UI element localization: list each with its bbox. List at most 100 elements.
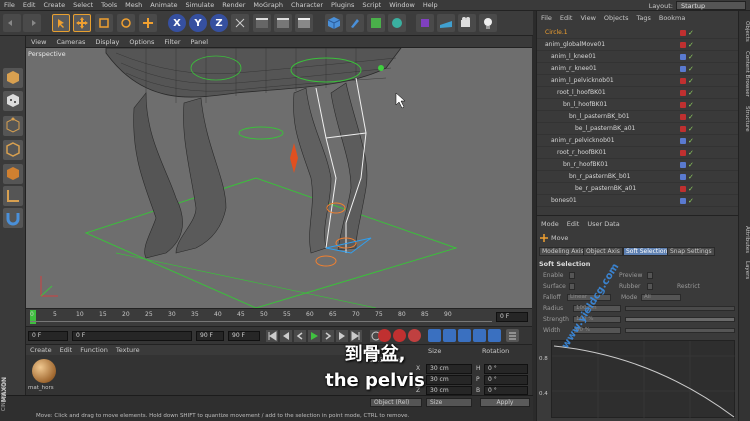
enabled-check-icon[interactable]: ✓ <box>688 114 694 121</box>
layer-color-icon[interactable] <box>680 30 686 36</box>
enabled-check-icon[interactable]: ✓ <box>688 102 694 109</box>
enabled-check-icon[interactable]: ✓ <box>688 42 694 49</box>
menu-render[interactable]: Render <box>218 1 249 9</box>
deformer-icon[interactable] <box>416 14 434 32</box>
menu-script[interactable]: Script <box>358 1 385 9</box>
model-mode-icon[interactable] <box>3 68 23 88</box>
object-row[interactable]: be_l_pasternBK_a01 ✓ <box>537 124 739 135</box>
layer-color-icon[interactable] <box>680 54 686 60</box>
layer-color-icon[interactable] <box>680 66 686 72</box>
enabled-check-icon[interactable]: ✓ <box>688 66 694 73</box>
viewport-menu-view[interactable]: View <box>26 38 51 46</box>
rotate-tool-icon[interactable] <box>117 14 135 32</box>
layer-color-icon[interactable] <box>680 138 686 144</box>
layer-color-icon[interactable] <box>680 150 686 156</box>
layer-color-icon[interactable] <box>680 90 686 96</box>
objmgr-menu-edit[interactable]: Edit <box>556 14 577 22</box>
menu-tools[interactable]: Tools <box>97 1 121 9</box>
side-tab-attributes[interactable]: Attributes <box>741 226 750 253</box>
scale-tool-icon[interactable] <box>95 14 113 32</box>
layout-dropdown[interactable]: Startup <box>676 1 746 10</box>
viewport-menu-cameras[interactable]: Cameras <box>51 38 90 46</box>
surface-checkbox[interactable] <box>569 283 575 290</box>
enabled-check-icon[interactable]: ✓ <box>688 198 694 205</box>
enabled-check-icon[interactable]: ✓ <box>688 174 694 181</box>
side-tab-content-browser[interactable]: Content Browser <box>741 51 750 97</box>
viewport-menu-filter[interactable]: Filter <box>159 38 185 46</box>
cube-icon[interactable] <box>325 14 343 32</box>
pen-tool-icon[interactable] <box>346 14 364 32</box>
viewport-menu-options[interactable]: Options <box>124 38 159 46</box>
layer-color-icon[interactable] <box>680 198 686 204</box>
layer-color-icon[interactable] <box>680 126 686 132</box>
object-row[interactable]: anim_globalMove01 ✓ <box>537 40 739 51</box>
side-tab-layers[interactable]: Layers <box>741 261 750 279</box>
enabled-check-icon[interactable]: ✓ <box>688 126 694 133</box>
object-row[interactable]: bn_l_hoofBK01 ✓ <box>537 100 739 111</box>
menu-window[interactable]: Window <box>385 1 419 9</box>
objmgr-menu-view[interactable]: View <box>576 14 599 22</box>
menu-simulate[interactable]: Simulate <box>182 1 219 9</box>
live-selection-icon[interactable] <box>52 14 70 32</box>
menu-create[interactable]: Create <box>39 1 69 9</box>
object-row[interactable]: bones01 ✓ <box>537 196 739 207</box>
menu-animate[interactable]: Animate <box>146 1 181 9</box>
y-axis-lock-icon[interactable]: Y <box>189 14 207 32</box>
undo-icon[interactable] <box>3 14 21 32</box>
enabled-check-icon[interactable]: ✓ <box>688 162 694 169</box>
enabled-check-icon[interactable]: ✓ <box>688 186 694 193</box>
move-tool-icon[interactable] <box>73 14 91 32</box>
object-row[interactable]: bn_r_hoofBK01 ✓ <box>537 160 739 171</box>
object-row[interactable]: bn_r_pasternBK_b01 ✓ <box>537 172 739 183</box>
points-mode-icon[interactable] <box>3 116 23 136</box>
redo-icon[interactable] <box>23 14 41 32</box>
render-picture-viewer-icon[interactable] <box>274 14 292 32</box>
enabled-check-icon[interactable]: ✓ <box>688 54 694 61</box>
enabled-check-icon[interactable]: ✓ <box>688 138 694 145</box>
object-row[interactable]: root_l_hoofBK01 ✓ <box>537 88 739 99</box>
mode-dropdown[interactable]: All <box>641 294 681 301</box>
layer-color-icon[interactable] <box>680 174 686 180</box>
object-row[interactable]: anim_l_knee01 ✓ <box>537 52 739 63</box>
object-row[interactable]: anim_r_pelvicknob01 ✓ <box>537 136 739 147</box>
attrmgr-menu-mode[interactable]: Mode <box>537 220 563 228</box>
array-icon[interactable] <box>388 14 406 32</box>
tab-object-axis[interactable]: Object Axis <box>583 247 623 256</box>
tab-snap-settings[interactable]: Snap Settings <box>667 247 715 256</box>
attrmgr-menu-user-data[interactable]: User Data <box>583 220 623 228</box>
coord-size-select[interactable]: Size <box>426 398 472 407</box>
menu-plugins[interactable]: Plugins <box>327 1 358 9</box>
object-row[interactable]: be_r_pasternBK_a01 ✓ <box>537 184 739 195</box>
radius-slider[interactable] <box>625 306 735 311</box>
texture-mode-icon[interactable] <box>3 91 23 111</box>
menu-edit[interactable]: Edit <box>19 1 40 9</box>
enable-checkbox[interactable] <box>569 272 575 279</box>
camera-icon[interactable] <box>458 14 476 32</box>
objmgr-menu-tags[interactable]: Tags <box>632 14 654 22</box>
viewport-menu-display[interactable]: Display <box>90 38 124 46</box>
preview-checkbox[interactable] <box>647 272 653 279</box>
polygons-mode-icon[interactable] <box>3 164 23 184</box>
menu-select[interactable]: Select <box>69 1 97 9</box>
axis-mode-icon[interactable] <box>3 186 23 206</box>
object-row[interactable]: Circle.1 ✓ <box>537 28 739 39</box>
strength-slider[interactable] <box>625 317 735 322</box>
timeline-frame-field[interactable]: 0 F <box>496 312 528 322</box>
objmgr-menu-bookmarks[interactable]: Bookma <box>655 14 690 22</box>
coord-mode-select[interactable]: Object (Rel) <box>370 398 422 407</box>
layer-color-icon[interactable] <box>680 102 686 108</box>
layer-color-icon[interactable] <box>680 186 686 192</box>
perspective-viewport[interactable]: Perspective <box>26 48 532 308</box>
object-row[interactable]: anim_l_pelvicknob01 ✓ <box>537 76 739 87</box>
scene-icon[interactable] <box>437 14 455 32</box>
layer-color-icon[interactable] <box>680 78 686 84</box>
snap-icon[interactable] <box>3 208 23 228</box>
subdivision-surface-icon[interactable] <box>367 14 385 32</box>
light-bulb-icon[interactable] <box>479 14 497 32</box>
objmgr-menu-file[interactable]: File <box>537 14 556 22</box>
coord-apply-button[interactable]: Apply <box>480 398 530 407</box>
menu-mesh[interactable]: Mesh <box>121 1 146 9</box>
tab-modeling-axis[interactable]: Modeling Axis <box>539 247 587 256</box>
enabled-check-icon[interactable]: ✓ <box>688 78 694 85</box>
timeline-ruler[interactable]: 0 5 10 15 20 25 30 35 40 45 50 55 60 65 … <box>26 308 532 326</box>
